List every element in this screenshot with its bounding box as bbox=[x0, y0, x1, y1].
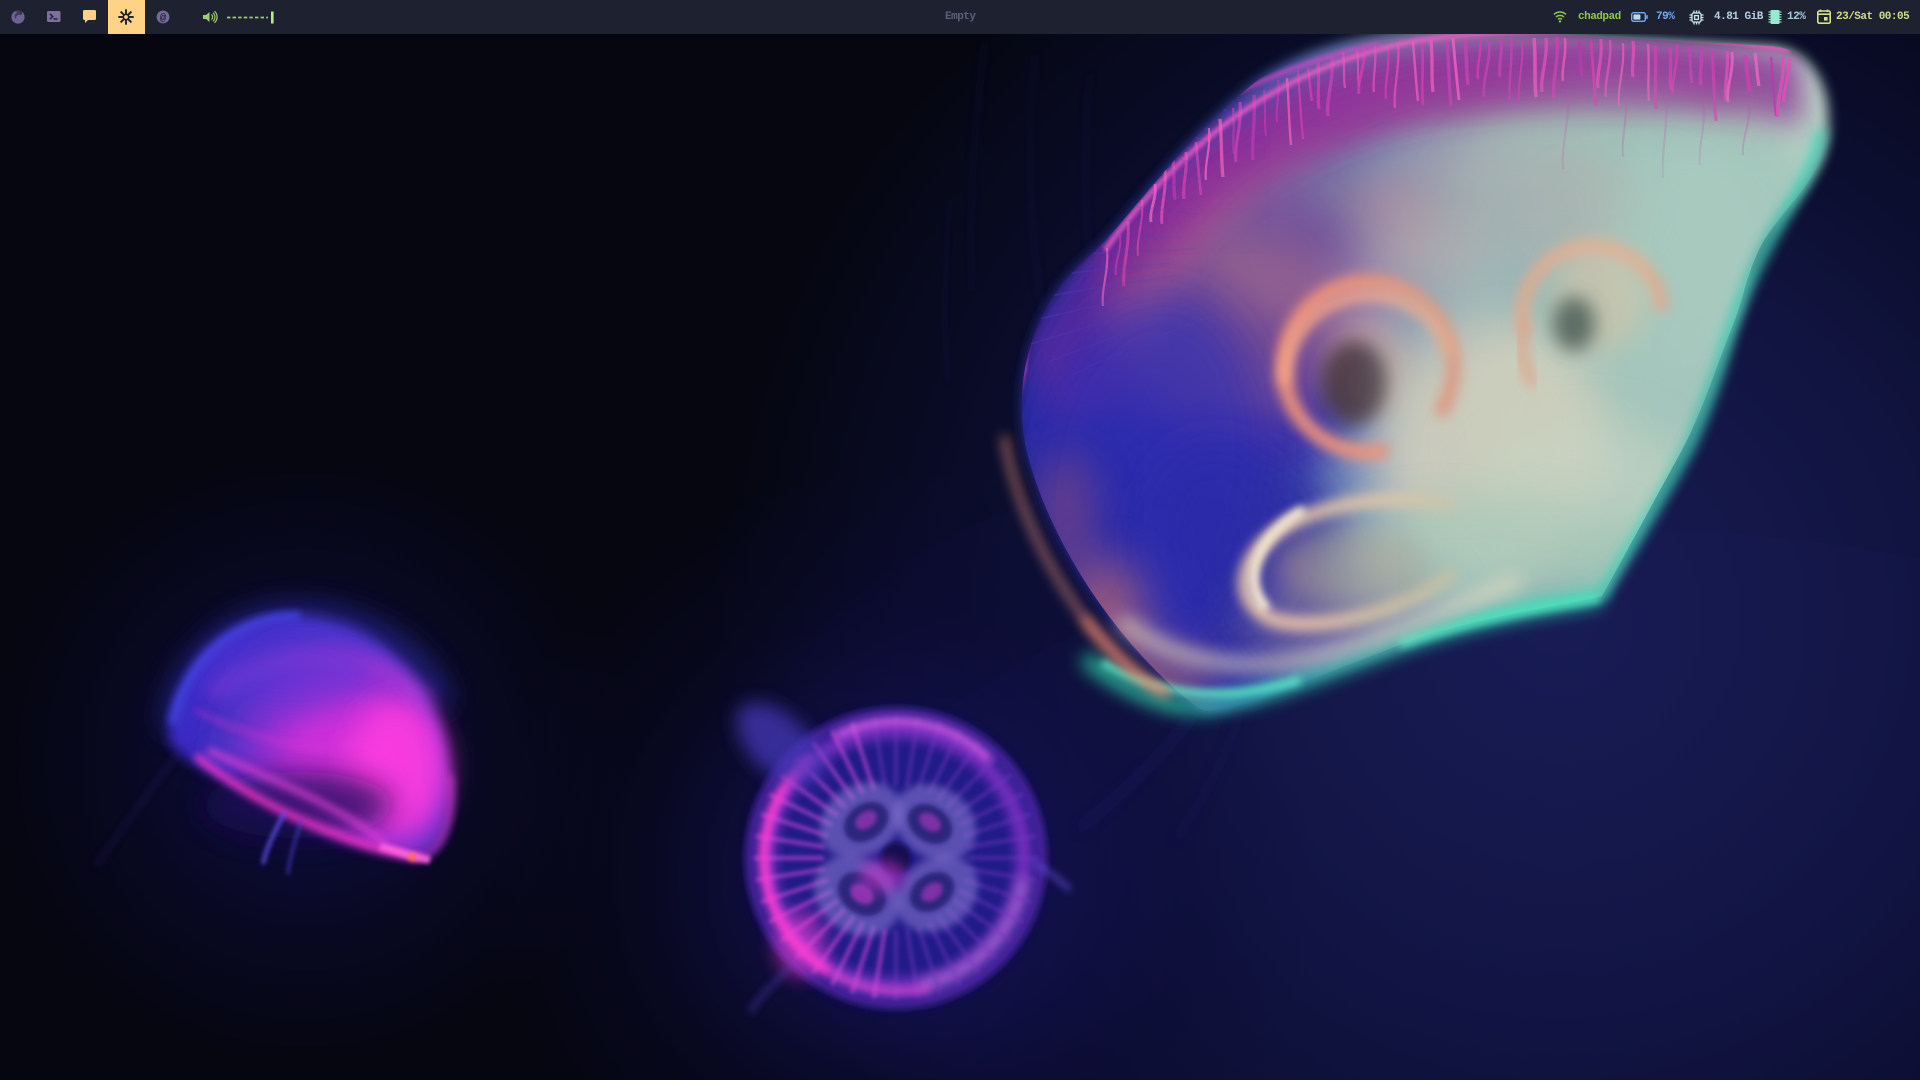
svg-text:@: @ bbox=[160, 12, 167, 24]
